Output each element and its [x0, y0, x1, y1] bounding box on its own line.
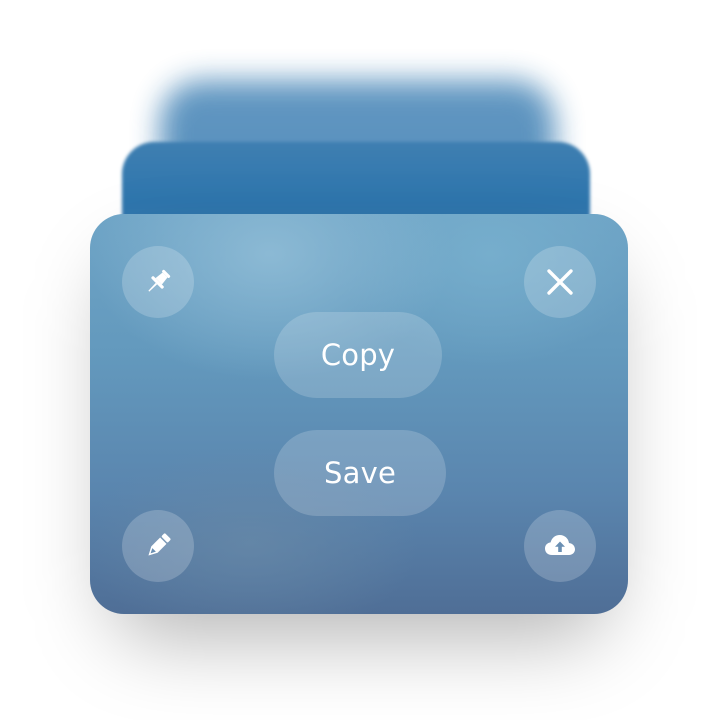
- copy-button[interactable]: Copy: [274, 312, 442, 398]
- pin-button[interactable]: [122, 246, 194, 318]
- upload-button[interactable]: [524, 510, 596, 582]
- cloud-upload-icon: [544, 533, 576, 559]
- screen: Copy Save: [0, 0, 720, 720]
- save-button[interactable]: Save: [274, 430, 446, 516]
- edit-button[interactable]: [122, 510, 194, 582]
- pin-icon: [142, 266, 174, 298]
- copy-button-label: Copy: [320, 338, 396, 372]
- overlay-card: Copy Save: [90, 214, 628, 614]
- close-icon: [545, 267, 575, 297]
- close-button[interactable]: [524, 246, 596, 318]
- pencil-icon: [143, 531, 173, 561]
- save-button-label: Save: [324, 456, 396, 490]
